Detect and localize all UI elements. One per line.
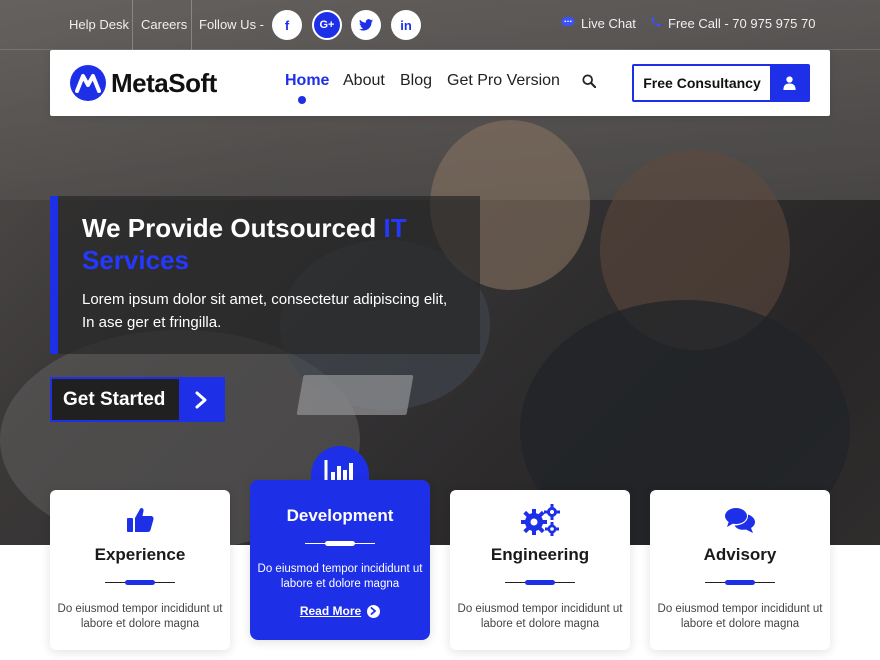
service-card-advisory[interactable]: Advisory Do eiusmod tempor incididunt ut… <box>650 490 830 650</box>
service-card-engineering[interactable]: Engineering Do eiusmod tempor incididunt… <box>450 490 630 650</box>
careers-link[interactable]: Careers <box>141 17 187 32</box>
free-call-link[interactable]: Free Call - 70 975 975 70 <box>650 16 815 31</box>
title-divider <box>705 580 775 585</box>
logo-icon <box>70 65 106 101</box>
linkedin-icon[interactable]: in <box>391 10 421 40</box>
active-indicator <box>298 96 306 104</box>
main-navbar: MetaSoft Home About Blog Get Pro Version… <box>50 50 830 116</box>
site-logo[interactable]: MetaSoft <box>70 65 217 101</box>
consult-label: Free Consultancy <box>643 75 761 91</box>
twitter-icon[interactable] <box>351 10 381 40</box>
read-more-link[interactable]: Read More <box>250 604 430 618</box>
thumbs-up-icon <box>50 504 230 536</box>
nav-blog[interactable]: Blog <box>400 72 432 90</box>
search-icon[interactable] <box>582 73 598 89</box>
gears-icon <box>450 504 630 536</box>
title-divider <box>305 541 375 546</box>
service-title: Experience <box>94 545 186 564</box>
logo-text: MetaSoft <box>111 67 217 98</box>
get-started-button[interactable]: Get Started <box>50 377 225 422</box>
nav-home[interactable]: Home <box>285 72 329 90</box>
read-more-label: Read More <box>299 604 362 618</box>
hero-title: We Provide Outsourced IT Services <box>82 212 482 276</box>
live-chat-link[interactable]: Live Chat <box>561 16 636 31</box>
chevron-right-icon <box>367 604 381 618</box>
top-divider <box>191 0 192 50</box>
chevron-right-icon <box>179 379 223 420</box>
title-divider <box>505 580 575 585</box>
service-text: Do eiusmod tempor incididunt ut labore e… <box>657 603 823 630</box>
live-chat-label: Live Chat <box>581 16 636 31</box>
google-plus-icon[interactable]: G+ <box>312 10 342 40</box>
facebook-icon[interactable]: f <box>272 10 302 40</box>
hero-title-main: We Provide Outsourced <box>82 213 384 243</box>
top-divider <box>132 0 133 50</box>
hero-subtitle: Lorem ipsum dolor sit amet, consectetur … <box>82 291 448 331</box>
free-consultancy-button[interactable]: Free Consultancy <box>632 64 810 102</box>
get-started-label: Get Started <box>63 388 166 410</box>
phone-icon <box>650 16 662 31</box>
chat-bubble-icon <box>561 16 575 31</box>
top-bar: Help Desk Careers Follow Us - f G+ in Li… <box>0 0 880 50</box>
service-card-development[interactable]: Development Do eiusmod tempor incididunt… <box>250 480 430 640</box>
service-title: Development <box>286 506 394 525</box>
comments-icon <box>650 504 830 536</box>
follow-us-label: Follow Us - <box>199 17 265 32</box>
service-title: Engineering <box>490 545 590 564</box>
user-icon <box>770 66 808 100</box>
service-text: Do eiusmod tempor incididunt ut labore e… <box>57 603 223 630</box>
service-card-experience[interactable]: Experience Do eiusmod tempor incididunt … <box>50 490 230 650</box>
service-title: Advisory <box>703 545 777 564</box>
free-call-label: Free Call - 70 975 975 70 <box>668 16 816 31</box>
hero-text-panel: We Provide Outsourced IT Services Lorem … <box>50 196 480 354</box>
service-text: Do eiusmod tempor incididunt ut labore e… <box>457 603 623 630</box>
help-desk-link[interactable]: Help Desk <box>69 17 129 32</box>
nav-get-pro-version[interactable]: Get Pro Version <box>447 72 560 90</box>
nav-about[interactable]: About <box>343 72 385 90</box>
title-divider <box>105 580 175 585</box>
service-text: Do eiusmod tempor incididunt ut labore e… <box>257 563 423 590</box>
